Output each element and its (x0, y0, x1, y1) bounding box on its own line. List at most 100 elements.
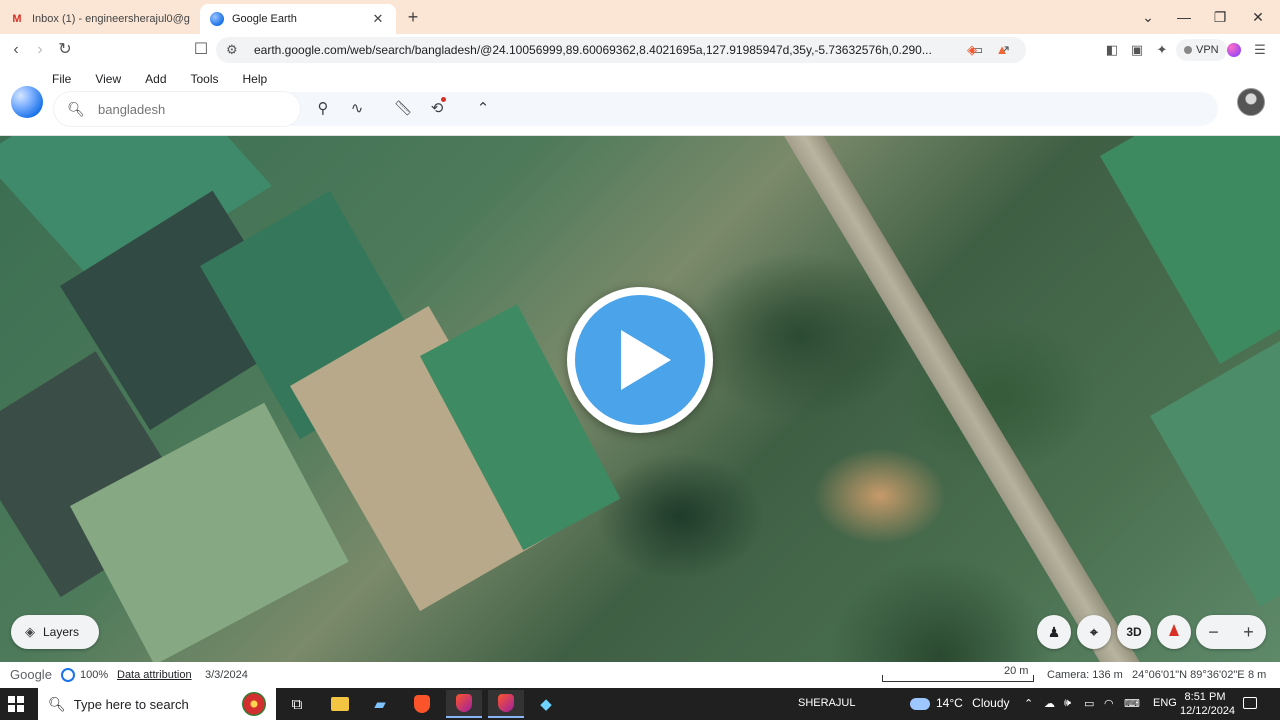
minimize-button[interactable]: — (1166, 0, 1202, 34)
search-icon: 🔍︎ (67, 100, 85, 117)
tray-chevron-icon[interactable]: ⌃ (1024, 697, 1033, 710)
camera-altitude: Camera: 136 m (1047, 669, 1123, 681)
search-icon: 🔍︎ (48, 695, 66, 712)
weather-temp: 14°C (936, 696, 963, 710)
reload-button[interactable]: ↻ (53, 38, 77, 62)
vpn-label: VPN (1196, 44, 1219, 56)
tab-google-earth[interactable]: Google Earth ✕ (200, 4, 396, 34)
code-app-icon[interactable]: ◆ (528, 690, 564, 718)
vpn-button[interactable]: VPN (1176, 39, 1227, 61)
brave-profile-2-icon[interactable] (488, 690, 524, 718)
menu-bar: File View Add Tools Help (52, 72, 291, 86)
my-location-icon[interactable]: ⌖ (1077, 615, 1111, 649)
wallet-icon[interactable]: ▣ (1127, 40, 1147, 60)
cloud-icon (910, 697, 930, 710)
site-settings-icon[interactable]: ⚙ (226, 42, 244, 58)
collapse-chevron-icon[interactable]: ⌃ (472, 99, 494, 119)
browser-tab-strip: M Inbox (1) - engineersherajul0@gmail.co… (0, 0, 1280, 34)
battery-icon[interactable]: ▭ (1084, 697, 1094, 710)
load-percent: 100% (80, 669, 109, 681)
taskbar-search-box[interactable]: 🔍︎ Type here to search (38, 688, 276, 720)
loading-ring-icon (61, 668, 75, 682)
forward-button[interactable]: › (28, 38, 52, 62)
satellite-map-view[interactable]: ◈ Layers ♟ ⌖ 3D − + (0, 136, 1280, 662)
gmail-icon: M (12, 13, 22, 25)
layers-button[interactable]: ◈ Layers (11, 615, 99, 649)
brave-shields-icon[interactable]: ◈ (962, 40, 982, 60)
menu-view[interactable]: View (95, 72, 121, 86)
add-placemark-icon[interactable]: ⚲ (312, 99, 334, 119)
tab-title: Inbox (1) - engineersherajul0@gmail.com (32, 13, 190, 25)
keyboard-icon[interactable]: ⌨ (1124, 697, 1140, 710)
taskbar-user-label: SHERAJUL (798, 697, 856, 709)
compass-icon[interactable] (1157, 615, 1191, 649)
menu-add[interactable]: Add (145, 72, 166, 86)
notifications-icon[interactable] (1243, 697, 1257, 709)
brave-rewards-icon[interactable]: ▲ (992, 40, 1012, 60)
data-attribution-link[interactable]: Data attribution (117, 669, 192, 681)
google-earth-header: File View Add Tools Help 🔍︎ ⚲ ∿ 📏︎ ⟲ ⌃ (0, 66, 1280, 136)
scale-bar (882, 675, 1034, 682)
weather-widget[interactable]: 14°C Cloudy (910, 696, 1010, 710)
url-text[interactable]: earth.google.com/web/search/bangladesh/@… (254, 43, 960, 57)
clock-time: 8:51 PM (1184, 691, 1226, 703)
google-earth-icon (210, 12, 224, 26)
historical-imagery-icon[interactable]: ⟲ (426, 97, 448, 119)
leo-assistant-icon[interactable] (1227, 43, 1241, 57)
ai-icon[interactable]: ✦ (1152, 40, 1172, 60)
map-road (760, 136, 1181, 662)
windows-taskbar: 🔍︎ Type here to search ⧉ ▰ ◆ SHERAJUL 14… (0, 688, 1280, 720)
google-earth-logo[interactable] (11, 86, 43, 118)
close-window-button[interactable]: ✕ (1240, 0, 1276, 34)
zoom-in-button[interactable]: + (1231, 615, 1266, 649)
zoom-out-button[interactable]: − (1196, 615, 1231, 649)
clock-date: 12/12/2024 (1180, 705, 1236, 717)
new-tab-button[interactable]: + (402, 6, 424, 28)
browser-toolbar: ‹ › ↻ ☐ ⚙ earth.google.com/web/search/ba… (0, 34, 1280, 66)
task-view-icon[interactable]: ⧉ (279, 690, 315, 718)
back-button[interactable]: ‹ (4, 38, 28, 62)
file-explorer-icon[interactable] (322, 690, 358, 718)
weather-desc: Cloudy (972, 696, 1010, 710)
elevation-readout: 8 m (1248, 669, 1267, 681)
bookmark-icon[interactable]: ☐ (189, 38, 213, 62)
taskbar-search-placeholder: Type here to search (73, 696, 189, 712)
wifi-icon[interactable]: ◠ (1104, 697, 1114, 710)
notification-dot (441, 97, 446, 102)
toggle-3d-button[interactable]: 3D (1117, 615, 1151, 649)
coordinates-readout: 24°06'01"N 89°36'02"E (1132, 669, 1245, 681)
onedrive-icon[interactable]: ☁ (1044, 697, 1055, 710)
system-clock[interactable]: 8:51 PM 12/12/2024 (1180, 690, 1236, 718)
imagery-date: 3/3/2024 (205, 669, 248, 681)
menu-help[interactable]: Help (243, 72, 268, 86)
avatar[interactable] (1237, 88, 1265, 116)
close-tab-icon[interactable]: ✕ (370, 11, 386, 27)
menu-tools[interactable]: Tools (191, 72, 219, 86)
play-icon (621, 330, 671, 390)
brave-browser-icon[interactable] (404, 690, 440, 718)
play-video-button[interactable] (567, 287, 713, 433)
search-box[interactable]: 🔍︎ (54, 92, 300, 126)
menu-file[interactable]: File (52, 72, 71, 86)
search-input[interactable] (98, 101, 278, 117)
address-bar[interactable]: ⚙ earth.google.com/web/search/bangladesh… (216, 37, 1026, 63)
maximize-button[interactable]: ❐ (1202, 0, 1238, 34)
language-indicator[interactable]: ENG (1153, 697, 1177, 709)
tab-title: Google Earth (232, 13, 297, 25)
brave-profile-icon[interactable] (446, 690, 482, 718)
poinsettia-icon (242, 692, 266, 716)
zoom-controls: − + (1196, 615, 1266, 649)
vpn-status-icon (1184, 46, 1192, 54)
tab-gmail[interactable]: M Inbox (1) - engineersherajul0@gmail.co… (0, 4, 200, 34)
google-brand: Google (10, 667, 52, 682)
ruler-icon[interactable]: 📏︎ (392, 99, 414, 119)
notes-app-icon[interactable]: ▰ (362, 690, 398, 718)
sidebar-toggle-icon[interactable]: ◧ (1102, 40, 1122, 60)
menu-icon[interactable]: ☰ (1250, 40, 1270, 60)
windows-start-icon[interactable] (8, 696, 24, 712)
map-field (1150, 336, 1280, 607)
draw-path-icon[interactable]: ∿ (346, 99, 368, 119)
pegman-street-view-icon[interactable]: ♟ (1037, 615, 1071, 649)
volume-icon[interactable]: 🕪︎ (1064, 697, 1071, 710)
tab-search-chevron-icon[interactable]: ⌄ (1130, 0, 1166, 34)
